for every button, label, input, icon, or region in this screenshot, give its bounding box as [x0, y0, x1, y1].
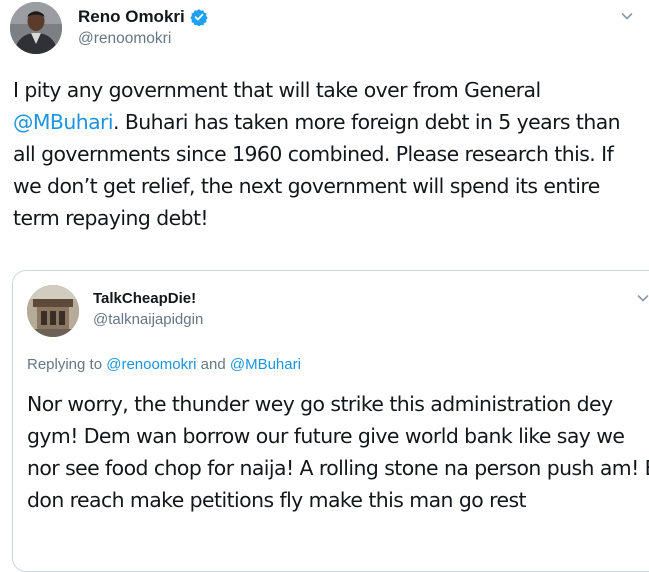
author-name-row[interactable]: Reno Omokri: [78, 7, 208, 27]
avatar-photo: [10, 2, 62, 54]
quoted-author-avatar[interactable]: [27, 285, 79, 337]
author-name[interactable]: Reno Omokri: [78, 7, 185, 27]
replying-prefix: Replying to: [27, 356, 107, 373]
quoted-tweet-text: Nor worry, the thunder wey go strike thi…: [27, 392, 649, 512]
author-avatar[interactable]: [10, 2, 62, 54]
tweet-text: I pity any government that will take ove…: [13, 74, 641, 234]
replying-mention-link[interactable]: @renoomokri: [106, 356, 196, 373]
quoted-author-handle[interactable]: @talknaijapidgin: [93, 311, 203, 328]
chevron-down-icon[interactable]: [636, 291, 649, 305]
replying-mention-link[interactable]: @MBuhari: [230, 356, 301, 373]
author-handle[interactable]: @renoomokri: [78, 30, 171, 48]
quoted-avatar-photo: [27, 285, 79, 337]
mention-link[interactable]: @MBuhari: [13, 110, 114, 134]
quoted-author-name[interactable]: TalkCheapDie!: [93, 290, 196, 307]
replying-to-line: Replying to @renoomokri and @MBuhari: [27, 356, 301, 373]
tweet-text-part: I pity any government that will take ove…: [13, 78, 541, 102]
main-tweet: Reno Omokri @renoomokri I pity any gover…: [0, 0, 649, 572]
replying-joiner: and: [196, 356, 230, 373]
quoted-tweet-card[interactable]: TalkCheapDie! @talknaijapidgin Replying …: [12, 270, 649, 572]
verified-badge-icon: [190, 9, 208, 26]
chevron-down-icon[interactable]: [620, 9, 634, 23]
